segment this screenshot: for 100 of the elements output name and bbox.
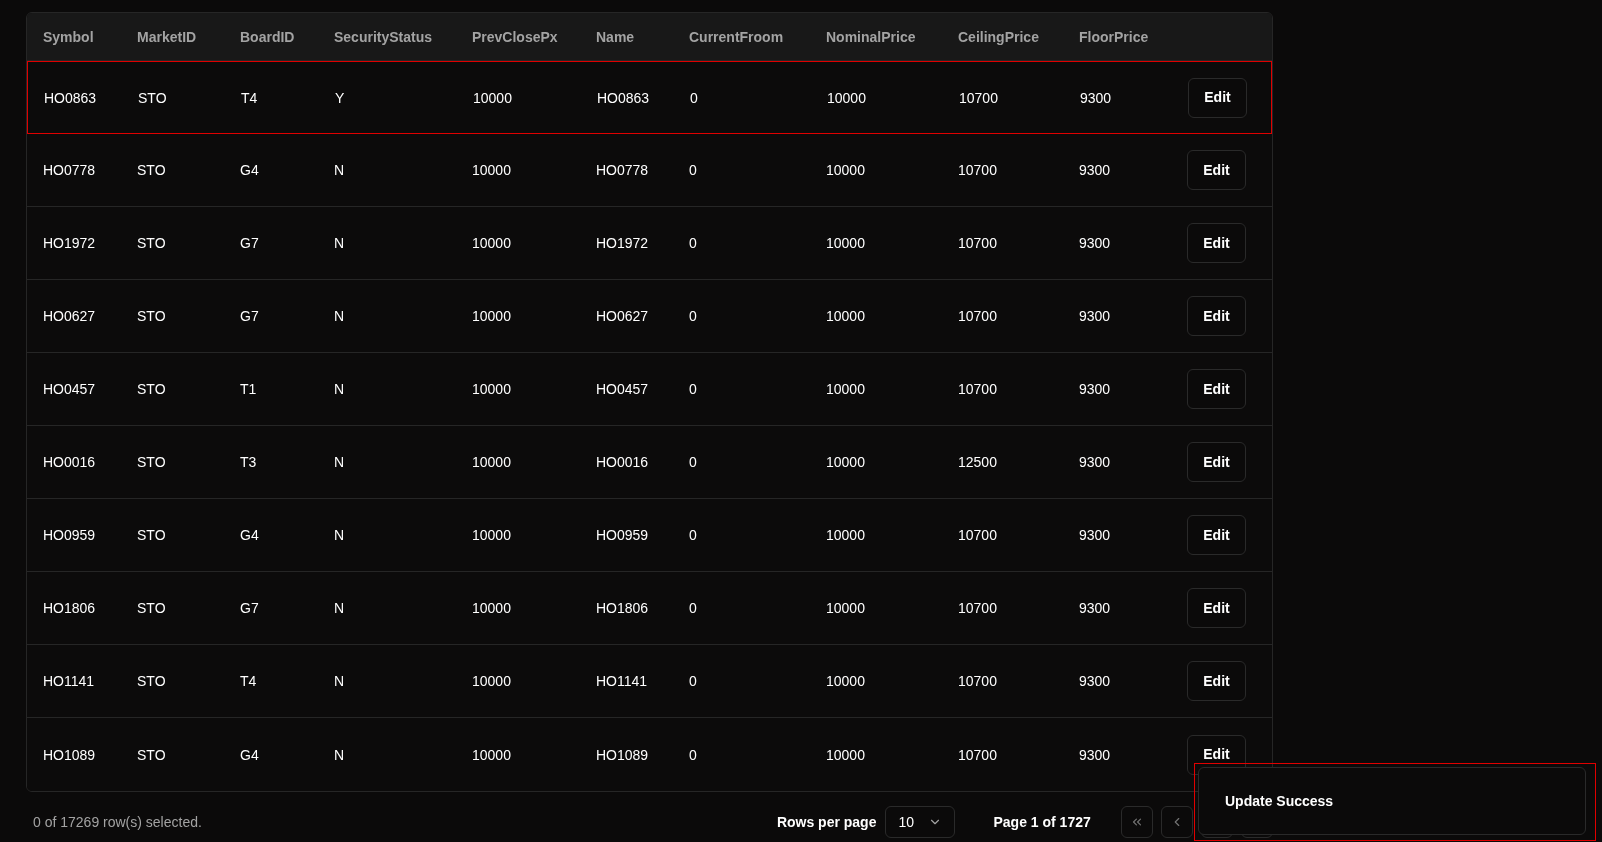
table-cell: HO1141 [596,673,648,689]
table-cell: 0 [689,162,697,178]
table-cell: STO [137,527,166,543]
table-cell: HO0457 [596,381,649,397]
edit-button[interactable]: Edit [1187,588,1246,628]
table-cell: 9300 [1079,454,1111,470]
table-cell: 10700 [958,308,997,324]
table-cell: 10000 [826,235,865,251]
table-cell: 9300 [1079,600,1111,616]
table-cell: N [334,308,345,324]
table-cell: 10000 [472,746,511,763]
table-cell: 10000 [472,454,511,470]
table-cell: STO [137,746,166,763]
column-header: Symbol [43,28,94,45]
edit-button[interactable]: Edit [1187,369,1246,409]
table-cell: 10000 [473,89,512,106]
table-cell: 10000 [472,308,511,324]
table-cell: 9300 [1079,527,1111,543]
table-cell: HO1972 [596,235,649,251]
table-cell: T4 [240,673,257,689]
table-cell: 9300 [1079,162,1111,178]
table-cell: STO [137,162,166,178]
table-cell: N [334,454,345,470]
table-cell: HO1806 [43,600,96,616]
table-cell: 12500 [958,454,997,470]
table-cell: 10000 [826,162,865,178]
table-cell: 0 [689,746,697,763]
table-cell: 10700 [958,600,997,616]
table-cell: 0 [690,89,698,106]
table-cell: 10000 [472,673,511,689]
table-cell: 10000 [472,527,511,543]
rows-per-page-select[interactable]: 10 [885,806,956,838]
table-cell: 10700 [958,381,997,397]
table-cell: 9300 [1079,235,1111,251]
table-cell: G4 [240,746,259,763]
table-cell: HO0016 [43,454,96,470]
first-page-button[interactable] [1120,806,1153,838]
column-header: CurrentFroom [689,28,784,45]
table-cell: 9300 [1079,381,1111,397]
table-cell: T3 [240,454,257,470]
edit-button[interactable]: Edit [1187,150,1246,190]
table-cell: N [334,527,345,543]
column-header: FloorPrice [1079,28,1149,45]
table-cell: T4 [241,89,258,106]
table-cell: 0 [689,381,697,397]
table-cell: 0 [689,308,697,324]
table-cell: 10000 [826,746,865,763]
table-cell: G4 [240,162,259,178]
column-header: BoardID [240,28,295,45]
table-cell: HO0959 [43,527,96,543]
column-header: MarketID [137,28,197,45]
edit-button[interactable]: Edit [1187,442,1246,482]
table-cell: G7 [240,600,259,616]
table-cell: 10700 [958,527,997,543]
table-cell: N [334,600,345,616]
table-cell: 0 [689,673,697,689]
table-cell: 0 [689,235,697,251]
table-cell: N [334,381,345,397]
table-cell: 10700 [959,89,998,106]
table-cell: 9300 [1080,89,1112,106]
table-cell: 0 [689,527,697,543]
table-cell: HO0778 [43,162,96,178]
selection-count: 0 of 17269 row(s) selected. [33,812,202,832]
table-cell: 10000 [472,235,511,251]
edit-button[interactable]: Edit [1187,223,1246,263]
table-cell: G4 [240,527,259,543]
table-cell: 10000 [826,308,865,324]
table-cell: 10000 [472,381,511,397]
table-cell: 10700 [958,235,997,251]
table-cell: 10000 [826,673,865,689]
table-cell: STO [137,381,166,397]
table-cell: 10000 [472,600,511,616]
table-cell: HO0778 [596,162,649,178]
table-cell: N [334,746,345,763]
table-cell: 10000 [826,454,865,470]
table-cell: HO1806 [596,600,649,616]
table-cell: HO1972 [43,235,96,251]
table-cell: STO [137,308,166,324]
table-cell: HO1141 [43,673,95,689]
toast-message: Update Success [1225,791,1334,811]
edit-button[interactable]: Edit [1188,77,1247,118]
rows-per-page-label: Rows per page [776,812,877,832]
table-cell: HO0959 [596,527,649,543]
table-cell: 0 [689,454,697,470]
table-cell: HO0457 [43,381,96,397]
table-cell: 0 [689,600,697,616]
edit-button[interactable]: Edit [1187,661,1246,701]
table-cell: T1 [240,381,257,397]
table-cell: HO1089 [596,746,649,763]
table-cell: 10000 [826,600,865,616]
table-cell: HO1089 [43,746,96,763]
edit-button[interactable]: Edit [1187,515,1246,555]
page-indicator: Page 1 of 1727 [993,812,1091,832]
edit-button[interactable]: Edit [1187,296,1246,336]
column-header: NominalPrice [826,28,916,45]
table-cell: HO0627 [43,308,96,324]
table-cell: STO [137,600,166,616]
column-header: PrevClosePx [472,28,558,45]
table-cell: HO0627 [596,308,649,324]
table-cell: HO0863 [597,89,650,106]
